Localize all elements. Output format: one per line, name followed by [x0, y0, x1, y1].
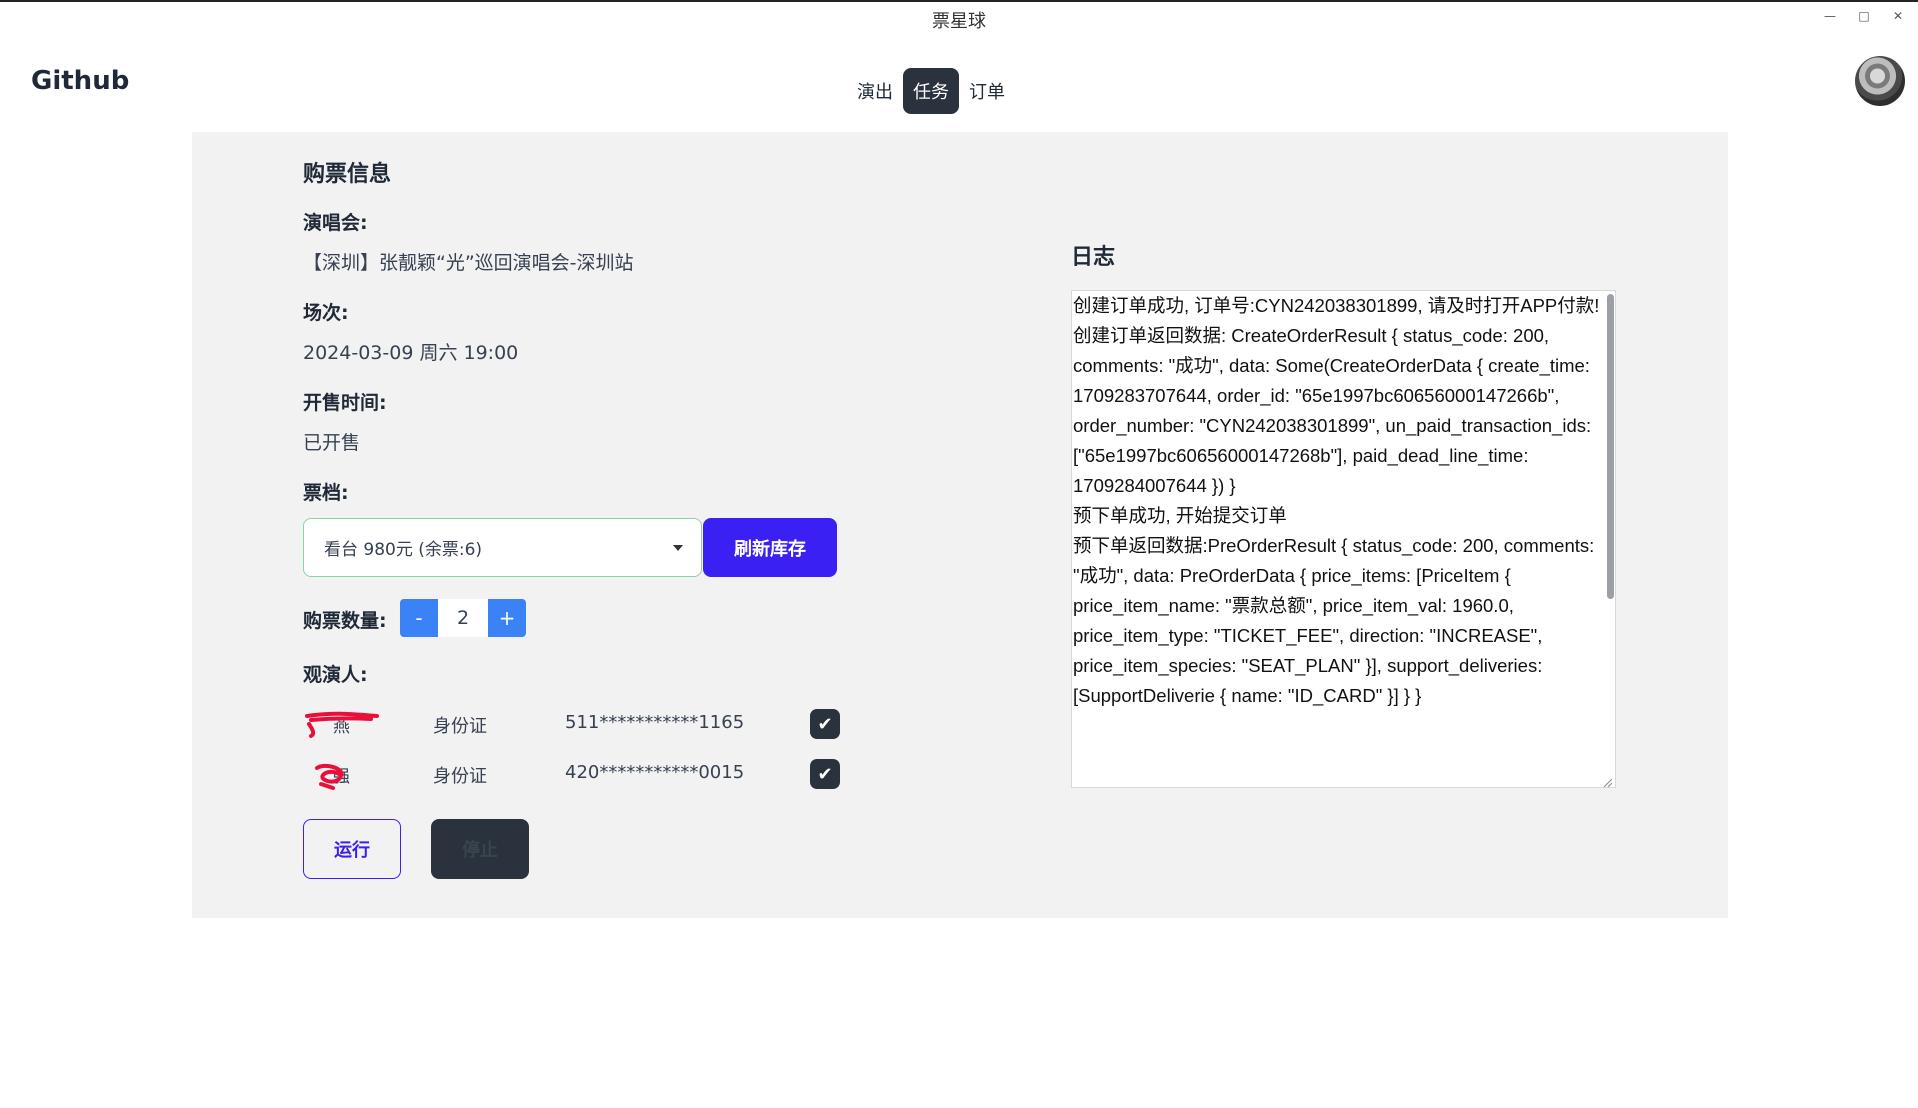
stop-button[interactable]: 停止 [431, 819, 529, 879]
resize-handle-icon[interactable] [1601, 776, 1613, 788]
concert-value: 【深圳】张靓颖“光”巡回演唱会-深圳站 [303, 252, 634, 274]
viewer-row: 燕 身份证 511***********1165 ✔ [303, 709, 843, 740]
session-label: 场次: [303, 302, 349, 324]
minimize-icon[interactable]: — [1822, 8, 1838, 24]
viewer-id-type: 身份证 [433, 716, 487, 737]
log-title: 日志 [1071, 245, 1116, 270]
ticket-tier-select[interactable]: 看台 980元 (余票:6) [303, 518, 702, 577]
viewer-name-redacted: 强 [303, 760, 383, 790]
viewer-id-number: 511***********1165 [565, 712, 745, 733]
tab-shows[interactable]: 演出 [847, 68, 903, 114]
avatar[interactable] [1855, 56, 1905, 106]
viewers-label: 观演人: [303, 664, 368, 686]
window-title: 票星球 [932, 11, 986, 32]
close-icon[interactable]: ✕ [1890, 8, 1906, 24]
brand-logo-text[interactable]: Github [31, 66, 129, 96]
viewer-id-type: 身份证 [433, 766, 487, 787]
ticket-tier-label: 票档: [303, 482, 349, 504]
ticket-tier-selected: 看台 980元 (余票:6) [324, 540, 483, 560]
tab-orders[interactable]: 订单 [959, 68, 1015, 114]
maximize-icon[interactable]: □ [1856, 8, 1872, 24]
log-scrollbar[interactable] [1607, 294, 1614, 599]
checkmark-icon: ✔ [817, 713, 833, 735]
run-button[interactable]: 运行 [303, 819, 401, 879]
concert-label: 演唱会: [303, 212, 368, 234]
viewer-name-redacted: 燕 [303, 710, 383, 740]
redaction-scribble [315, 763, 344, 790]
refresh-stock-button[interactable]: 刷新库存 [703, 518, 837, 577]
tab-tasks[interactable]: 任务 [903, 68, 959, 114]
redaction-scribble [305, 711, 379, 738]
sale-time-value: 已开售 [303, 432, 361, 454]
quantity-decrease-button[interactable]: - [400, 599, 438, 637]
quantity-label: 购票数量: [303, 610, 387, 632]
quantity-stepper: - 2 + [400, 599, 526, 637]
chevron-down-icon [673, 545, 683, 551]
ticket-info-title: 购票信息 [303, 162, 392, 187]
sale-time-label: 开售时间: [303, 392, 387, 414]
task-panel: 购票信息 演唱会: 【深圳】张靓颖“光”巡回演唱会-深圳站 场次: 2024-0… [192, 132, 1728, 918]
quantity-increase-button[interactable]: + [488, 599, 526, 637]
viewer-checkbox[interactable]: ✔ [810, 709, 840, 739]
window-controls: — □ ✕ [1822, 8, 1906, 24]
window-titlebar: 票星球 — □ ✕ [0, 0, 1918, 34]
log-textarea[interactable]: 创建订单成功, 订单号:CYN242038301899, 请及时打开APP付款!… [1071, 290, 1616, 788]
viewer-row: 强 身份证 420***********0015 ✔ [303, 759, 843, 790]
main-nav: 演出 任务 订单 [847, 68, 1015, 114]
session-value: 2024-03-09 周六 19:00 [303, 342, 519, 364]
viewer-id-number: 420***********0015 [565, 762, 745, 783]
quantity-input[interactable]: 2 [438, 599, 488, 637]
viewer-checkbox[interactable]: ✔ [810, 759, 840, 789]
checkmark-icon: ✔ [817, 763, 833, 785]
